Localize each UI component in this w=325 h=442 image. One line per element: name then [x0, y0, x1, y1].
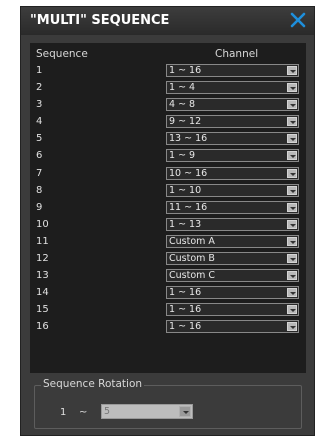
channel-value: 1 ~ 13	[169, 218, 202, 230]
channel-value: 1 ~ 16	[169, 321, 202, 333]
sequence-rotation-group: Sequence Rotation 1 ~ 5	[34, 378, 302, 429]
channel-value: 9 ~ 12	[169, 116, 202, 128]
table-row: 14 1 ~ 16	[30, 284, 306, 301]
dialog-title: "MULTI" SEQUENCE	[30, 13, 170, 28]
channel-select[interactable]: 1 ~ 16	[166, 320, 299, 334]
table-row: 15 1 ~ 16	[30, 301, 306, 318]
chevron-down-icon[interactable]	[287, 305, 297, 315]
table-row: 5 13 ~ 16	[30, 130, 306, 147]
sequence-number: 6	[36, 150, 43, 162]
chevron-down-icon[interactable]	[287, 202, 297, 212]
channel-value: Custom A	[169, 235, 215, 247]
multi-sequence-dialog: "MULTI" SEQUENCE Sequence Channel 11 ~ 1…	[20, 6, 315, 436]
table-row: 2 1 ~ 4	[30, 79, 306, 96]
chevron-down-icon[interactable]	[179, 406, 191, 417]
sequence-table: Sequence Channel 11 ~ 16 2 1 ~ 434 ~ 849 ~…	[30, 43, 306, 373]
chevron-down-icon[interactable]	[287, 236, 297, 246]
sequence-number: 12	[36, 253, 49, 265]
sequence-number: 3	[36, 99, 43, 111]
close-icon[interactable]	[288, 10, 308, 30]
sequence-rows: 11 ~ 16 2 1 ~ 434 ~ 849 ~ 12 5 13 ~ 16 6 1 ~ 9…	[30, 62, 306, 336]
channel-value: Custom C	[169, 270, 216, 282]
sequence-number: 10	[36, 218, 49, 230]
rotation-to-select[interactable]: 5	[101, 404, 193, 419]
table-row: 7 10 ~ 16	[30, 165, 306, 182]
table-row: 3 4 ~ 8	[30, 96, 306, 113]
table-row: 12 Custom B	[30, 250, 306, 267]
channel-select[interactable]: 10 ~ 16	[166, 166, 299, 180]
table-row: 6 1 ~ 9	[30, 147, 306, 164]
channel-select[interactable]: Custom A	[166, 234, 299, 248]
chevron-down-icon[interactable]	[287, 219, 297, 229]
chevron-down-icon[interactable]	[287, 322, 297, 332]
channel-select[interactable]: Custom C	[166, 269, 299, 283]
table-row: 9 11 ~ 16	[30, 199, 306, 216]
channel-select[interactable]: 1 ~ 16	[166, 64, 299, 77]
header-sequence: Sequence	[36, 48, 88, 60]
channel-value: 1 ~ 16	[169, 304, 202, 316]
channel-select[interactable]: Custom B	[166, 252, 299, 266]
channel-select[interactable]: 1 ~ 16	[166, 286, 299, 300]
channel-select[interactable]: 9 ~ 12	[166, 115, 299, 129]
sequence-number: 2	[36, 82, 43, 94]
chevron-down-icon[interactable]	[287, 134, 297, 144]
chevron-down-icon[interactable]	[287, 288, 297, 298]
header-channel: Channel	[215, 48, 259, 60]
channel-value: 11 ~ 16	[169, 201, 208, 213]
chevron-down-icon[interactable]	[287, 151, 297, 161]
chevron-down-icon[interactable]	[287, 254, 297, 264]
table-row: 13 Custom C	[30, 267, 306, 284]
table-row: 4 9 ~ 12	[30, 113, 306, 130]
sequence-rotation-label: Sequence Rotation	[41, 378, 145, 390]
table-row: 10 1 ~ 13	[30, 216, 306, 233]
sequence-number: 14	[36, 287, 49, 299]
channel-value: 1 ~ 10	[169, 184, 202, 196]
channel-value: 1 ~ 4	[169, 82, 196, 94]
sequence-number: 13	[36, 270, 49, 282]
chevron-down-icon[interactable]	[287, 168, 297, 178]
channel-select[interactable]: 1 ~ 13	[166, 217, 299, 231]
sequence-number: 15	[36, 304, 49, 316]
channel-value: 13 ~ 16	[169, 133, 208, 145]
channel-select[interactable]: 1 ~ 4	[166, 81, 299, 95]
chevron-down-icon[interactable]	[287, 185, 297, 195]
channel-select[interactable]: 1 ~ 10	[166, 183, 299, 197]
sequence-number: 5	[36, 133, 43, 145]
sequence-number: 11	[36, 235, 49, 247]
sequence-number: 16	[36, 321, 49, 333]
channel-value: 4 ~ 8	[169, 99, 196, 111]
chevron-down-icon[interactable]	[287, 100, 297, 110]
sequence-number: 9	[36, 201, 43, 213]
sequence-number: 7	[36, 167, 43, 179]
channel-value: 1 ~ 16	[169, 287, 202, 299]
table-header: Sequence Channel	[30, 47, 306, 63]
channel-select[interactable]: 13 ~ 16	[166, 132, 299, 146]
table-row: 8 1 ~ 10	[30, 182, 306, 199]
sequence-number: 8	[36, 184, 43, 196]
title-bar: "MULTI" SEQUENCE	[21, 7, 314, 35]
channel-select[interactable]: 1 ~ 9	[166, 149, 299, 163]
chevron-down-icon[interactable]	[287, 271, 297, 281]
chevron-down-icon[interactable]	[287, 66, 297, 75]
rotation-separator: ~	[79, 407, 88, 418]
table-row: 16 1 ~ 16	[30, 318, 306, 335]
rotation-from-value: 1	[60, 407, 67, 418]
chevron-down-icon[interactable]	[287, 117, 297, 127]
channel-value: 1 ~ 9	[169, 150, 196, 162]
sequence-number: 1	[36, 65, 43, 76]
channel-value: 1 ~ 16	[169, 65, 202, 76]
rotation-to-value: 5	[104, 406, 111, 417]
table-row: 11 Custom A	[30, 233, 306, 250]
channel-select[interactable]: 4 ~ 8	[166, 98, 299, 112]
table-row: 1 1 ~ 16	[30, 62, 306, 79]
chevron-down-icon[interactable]	[287, 83, 297, 93]
channel-value: 10 ~ 16	[169, 167, 208, 179]
sequence-number: 4	[36, 116, 43, 128]
channel-select[interactable]: 1 ~ 16	[166, 303, 299, 317]
channel-value: Custom B	[169, 253, 215, 265]
channel-select[interactable]: 11 ~ 16	[166, 200, 299, 214]
